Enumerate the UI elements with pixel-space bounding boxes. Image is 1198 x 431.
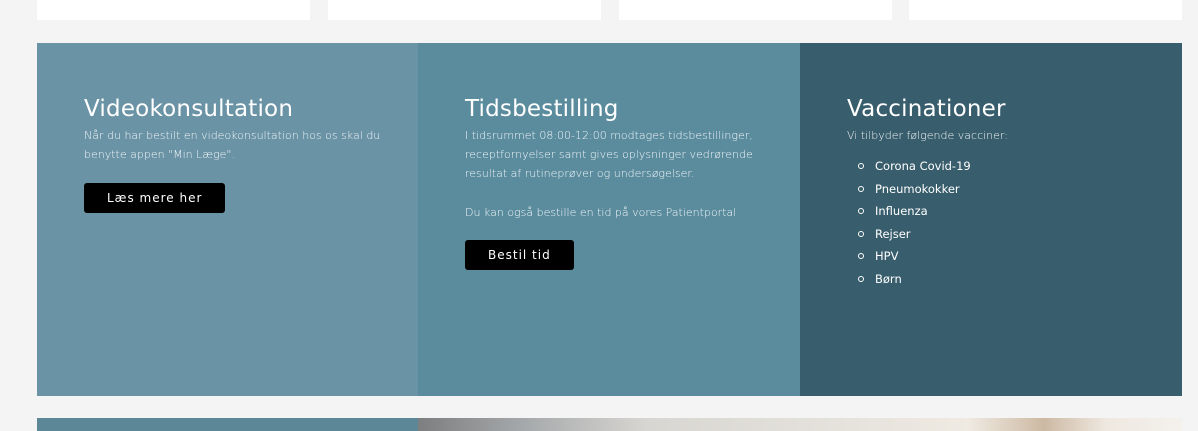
vaccine-list-item: Rejser xyxy=(847,223,1182,246)
videokonsultation-text: Når du har bestilt en videokonsultation … xyxy=(84,129,381,161)
patientportal-text: Du kan også bestille en tid på vores Pat… xyxy=(465,206,737,219)
tidsbestilling-title: Tidsbestilling xyxy=(465,96,619,122)
vaccine-label: Influenza xyxy=(875,204,928,218)
tidsbestilling-text: I tidsrummet 08:00-12:00 modtages tidsbe… xyxy=(465,129,753,180)
laes-mere-button[interactable]: Læs mere her xyxy=(84,183,226,213)
circle-bullet-icon xyxy=(858,208,864,215)
circle-bullet-icon xyxy=(858,185,864,192)
top-card-3 xyxy=(619,0,892,20)
top-card-2 xyxy=(328,0,601,20)
vaccine-list-item: Børn xyxy=(847,268,1182,291)
bottom-section xyxy=(37,418,1182,431)
bottom-teal-block xyxy=(37,418,418,431)
vaccine-label: Rejser xyxy=(875,226,911,241)
vaccine-list-item: HPV xyxy=(847,245,1182,268)
vaccinationer-panel: Vaccinationer Vi tilbyder følgende vacci… xyxy=(800,43,1182,396)
videokonsultation-panel: Videokonsultation Når du har bestilt en … xyxy=(37,43,418,396)
top-card-4 xyxy=(909,0,1182,20)
tidsbestilling-panel: Tidsbestilling I tidsrummet 08:00-12:00 … xyxy=(418,43,800,396)
bestil-tid-button[interactable]: Bestil tid xyxy=(465,240,574,270)
vaccinationer-title: Vaccinationer xyxy=(847,96,1006,122)
info-panels: Videokonsultation Når du har bestilt en … xyxy=(37,43,1182,396)
vaccine-label: Corona Covid-19 xyxy=(875,159,971,173)
vaccinationer-intro: Vi tilbyder følgende vacciner: xyxy=(847,129,1008,142)
top-card-1 xyxy=(37,0,310,20)
circle-bullet-icon xyxy=(858,230,864,237)
vaccine-list-item: Pneumokokker xyxy=(847,178,1182,201)
top-cards-strip xyxy=(0,0,1198,20)
bottom-photo xyxy=(418,418,1182,431)
circle-bullet-icon xyxy=(858,253,864,260)
videokonsultation-title: Videokonsultation xyxy=(84,96,294,122)
vaccine-label: HPV xyxy=(875,249,899,263)
vaccine-list-item: Corona Covid-19 xyxy=(847,155,1182,178)
vaccine-label: Pneumokokker xyxy=(875,181,960,196)
circle-bullet-icon xyxy=(858,275,864,282)
circle-bullet-icon xyxy=(858,163,864,170)
vaccine-list: Corona Covid-19 Pneumokokker Influenza R… xyxy=(847,155,1182,290)
vaccine-label: Børn xyxy=(875,271,902,286)
vaccine-list-item: Influenza xyxy=(847,200,1182,223)
